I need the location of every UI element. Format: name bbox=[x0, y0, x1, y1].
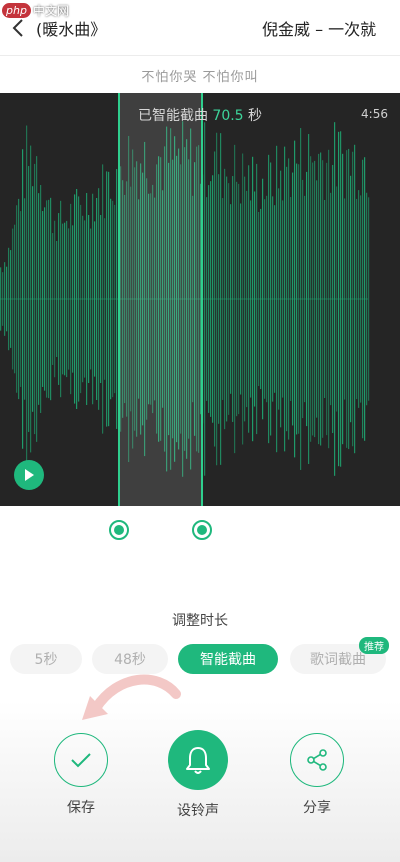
song-title-part2: 倪金威 – 一次就 bbox=[262, 20, 377, 39]
waveform-panel[interactable]: 已智能截曲 70.5 秒 4:56 bbox=[0, 93, 400, 506]
song-title-part1: 《暖水曲) bbox=[36, 20, 107, 39]
recommended-badge: 推荐 bbox=[359, 637, 389, 654]
share-label: 分享 bbox=[303, 800, 331, 816]
start-handle[interactable] bbox=[109, 520, 129, 540]
save-label: 保存 bbox=[67, 800, 95, 816]
waveform-bar bbox=[368, 197, 370, 401]
clip-seconds: 70.5 bbox=[212, 108, 244, 124]
share-action[interactable]: 分享 bbox=[282, 733, 352, 817]
play-icon bbox=[25, 469, 34, 481]
share-button[interactable] bbox=[290, 733, 344, 787]
duration-chips: 5秒 48秒 智能截曲 歌词截曲 bbox=[0, 644, 400, 676]
clip-unit: 秒 bbox=[248, 108, 263, 124]
set-ringtone-action[interactable]: 设铃声 bbox=[163, 730, 233, 820]
set-ringtone-button[interactable] bbox=[168, 730, 228, 790]
start-handle-dot bbox=[114, 525, 124, 535]
set-ringtone-label: 设铃声 bbox=[177, 803, 219, 819]
site-watermark: php 中文网 bbox=[2, 2, 69, 19]
check-icon bbox=[71, 753, 91, 768]
bell-icon bbox=[186, 747, 210, 774]
end-handle[interactable] bbox=[192, 520, 212, 540]
watermark-badge: php bbox=[2, 3, 31, 18]
selected-range bbox=[119, 93, 202, 506]
clip-info: 已智能截曲 70.5 秒 bbox=[0, 105, 400, 125]
chip-smart-clip[interactable]: 智能截曲 bbox=[178, 644, 278, 674]
chip-5s[interactable]: 5秒 bbox=[10, 644, 82, 674]
curved-arrow-hint-icon bbox=[82, 674, 181, 720]
save-button[interactable] bbox=[54, 733, 108, 787]
song-title-marquee: 《暖水曲) 倪金威 – 一次就 bbox=[36, 16, 400, 40]
clip-prefix: 已智能截曲 bbox=[137, 108, 208, 124]
watermark-site-name: 中文网 bbox=[32, 4, 69, 18]
selection-start-line bbox=[118, 93, 120, 506]
adjust-duration-label: 调整时长 bbox=[172, 613, 228, 629]
save-action[interactable]: 保存 bbox=[46, 733, 116, 817]
play-button[interactable] bbox=[14, 460, 44, 490]
share-icon bbox=[307, 749, 327, 771]
end-handle-dot bbox=[197, 525, 207, 535]
selection-end-line bbox=[201, 93, 203, 506]
chip-48s[interactable]: 48秒 bbox=[92, 644, 168, 674]
lyrics-line: 不怕你哭 不怕你叫 bbox=[141, 70, 259, 85]
total-duration: 4:56 bbox=[361, 107, 388, 121]
